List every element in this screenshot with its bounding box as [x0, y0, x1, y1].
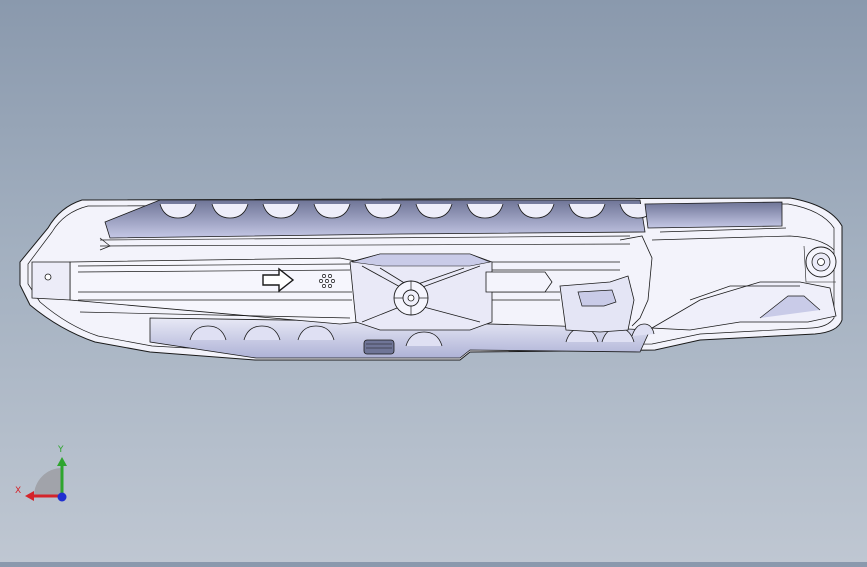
xy-plane-icon — [34, 468, 62, 496]
hub-hole — [407, 294, 415, 302]
z-axis-icon — [57, 492, 67, 502]
right-slot — [485, 271, 553, 293]
nose-block — [31, 261, 71, 301]
bottom-tab — [363, 339, 395, 355]
axis-triad: Y X — [14, 440, 76, 510]
part-model[interactable] — [0, 0, 867, 562]
y-axis-label: Y — [57, 445, 64, 455]
top-rib-strip — [644, 201, 783, 229]
nose-hole — [44, 273, 52, 281]
handle-hole — [817, 258, 825, 266]
cad-viewport[interactable] — [0, 0, 867, 562]
x-axis-label: X — [15, 486, 21, 496]
